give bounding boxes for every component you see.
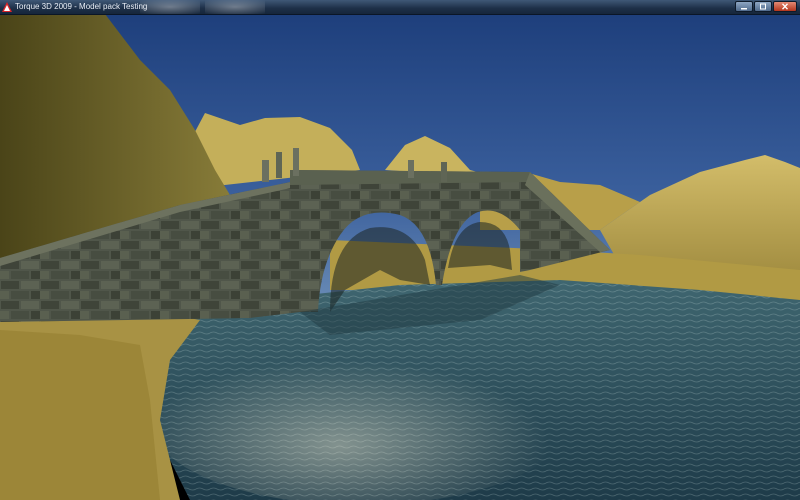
maximize-button[interactable] — [754, 1, 772, 12]
maximize-icon — [760, 3, 766, 10]
title-bar[interactable]: Torque 3D 2009 - Model pack Testing — [0, 0, 800, 15]
game-window: Torque 3D 2009 - Model pack Testing — [0, 0, 800, 500]
window-title: Torque 3D 2009 - Model pack Testing — [15, 2, 148, 11]
close-button[interactable] — [773, 1, 797, 12]
water-sun-reflection — [150, 335, 570, 500]
taskbar-glow-decoration — [205, 0, 265, 14]
minimize-button[interactable] — [735, 1, 753, 12]
close-icon — [781, 3, 789, 10]
ruined-pillar — [441, 162, 447, 182]
ruined-pillar — [408, 160, 414, 178]
ruined-pillar — [262, 160, 269, 182]
ruined-pillar — [293, 148, 299, 176]
window-controls — [735, 1, 797, 12]
torque-app-icon — [2, 2, 12, 12]
taskbar-glow-decoration — [140, 0, 200, 14]
near-beach-shade — [0, 330, 160, 500]
ruined-pillar — [276, 152, 282, 178]
game-viewport[interactable] — [0, 14, 800, 500]
minimize-icon — [741, 8, 747, 10]
scene-render — [0, 14, 800, 500]
